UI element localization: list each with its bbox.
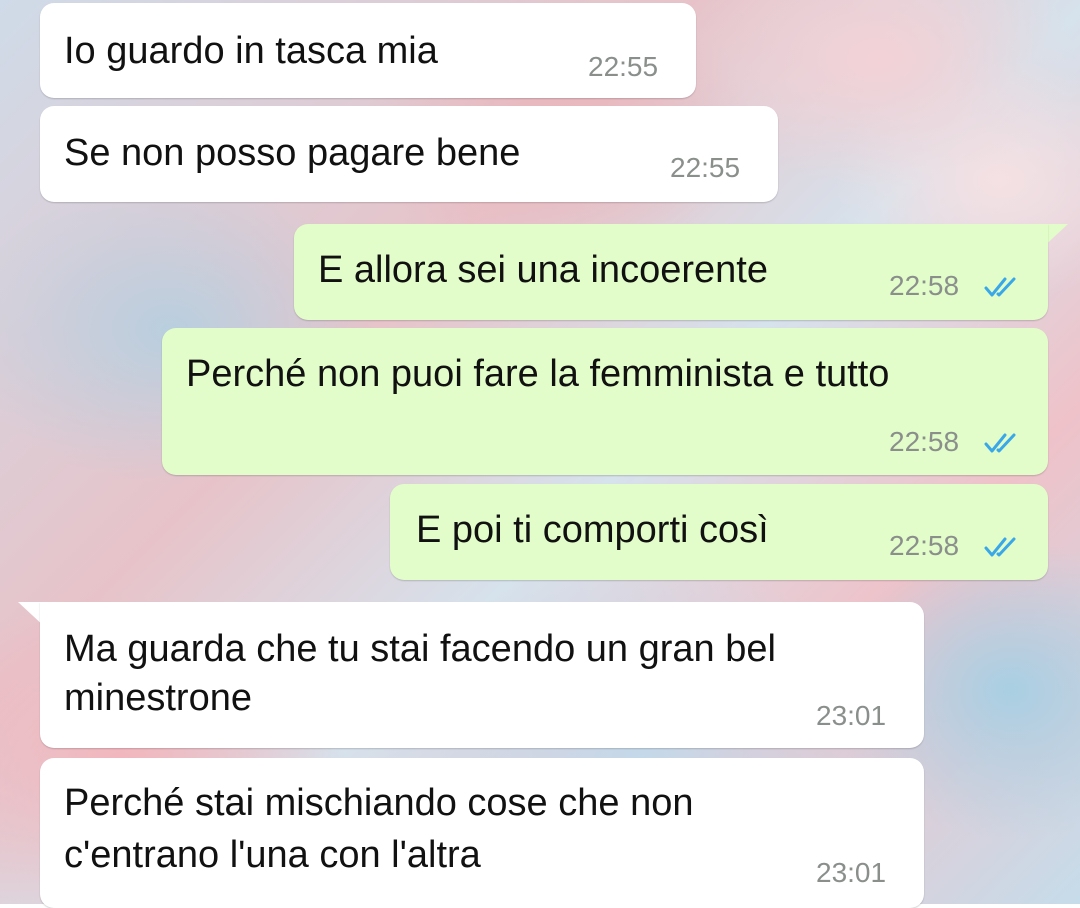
read-ticks-icon [984, 433, 1016, 453]
message-time: 22:58 [889, 270, 960, 301]
message-text: Io guardo in tasca mia [64, 30, 438, 72]
message-text: E poi ti comporti così [416, 509, 769, 551]
message-time: 22:55 [670, 152, 741, 183]
message-text: Ma guarda che tu stai facendo un gran be… [64, 628, 776, 670]
message-bubble-outgoing[interactable]: E poi ti comporti così 22:58 [390, 484, 1048, 580]
message-bubble-incoming[interactable]: Perché stai mischiando cose che non c'en… [40, 758, 924, 908]
message-bubble-incoming[interactable]: Ma guarda che tu stai facendo un gran be… [40, 602, 924, 748]
message-text: c'entrano l'una con l'altra [64, 834, 481, 876]
message-text: E allora sei una incoerente [318, 249, 768, 291]
read-ticks-icon [984, 277, 1016, 297]
message-bubble-incoming[interactable]: Se non posso pagare bene 22:55 [40, 106, 778, 202]
message-time: 22:58 [889, 530, 960, 561]
read-ticks-icon [984, 537, 1016, 557]
message-time: 23:01 [816, 700, 887, 731]
message-time: 23:01 [816, 857, 887, 888]
message-bubble-outgoing[interactable]: E allora sei una incoerente 22:58 [294, 224, 1048, 320]
message-text: Perché stai mischiando cose che non [64, 782, 694, 824]
message-time: 22:58 [889, 426, 960, 457]
message-time: 22:55 [588, 51, 659, 82]
message-bubble-outgoing[interactable]: Perché non puoi fare la femminista e tut… [162, 328, 1048, 475]
message-text: Se non posso pagare bene [64, 132, 521, 174]
message-bubble-incoming[interactable]: Io guardo in tasca mia 22:55 [40, 3, 696, 98]
message-text: Perché non puoi fare la femminista e tut… [186, 353, 890, 395]
message-text: minestrone [64, 677, 252, 719]
